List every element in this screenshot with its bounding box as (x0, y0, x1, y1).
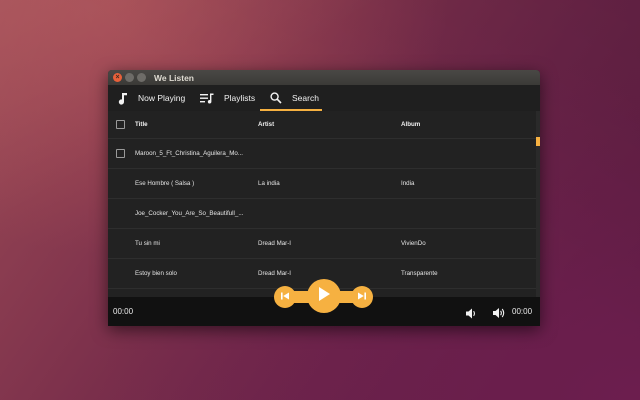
tab-now-playing[interactable]: Now Playing (108, 85, 194, 111)
tab-playlists-label: Playlists (224, 93, 256, 103)
track-album: India (401, 180, 415, 187)
select-all-checkbox[interactable] (116, 120, 125, 129)
skip-previous-icon (280, 288, 290, 306)
total-duration: 00:00 (512, 307, 533, 316)
search-icon (270, 92, 282, 104)
volume-down-icon[interactable] (465, 306, 477, 324)
table-row[interactable]: Joe_Cocker_You_Are_So_Beautifull_... (108, 199, 536, 229)
next-track-button[interactable] (351, 286, 373, 308)
table-scrollbar[interactable] (536, 111, 540, 297)
track-album: Transparente (401, 270, 438, 277)
skip-next-icon (357, 288, 367, 306)
tab-now-playing-label: Now Playing (138, 93, 186, 103)
track-artist: La india (258, 180, 280, 187)
nav-tabs: Now Playing Playlists Search (108, 85, 540, 111)
table-header-row: Title Artist Album (108, 111, 536, 139)
tab-playlists[interactable]: Playlists (194, 85, 260, 111)
elapsed-time: 00:00 (113, 307, 134, 316)
column-header-album[interactable]: Album (401, 121, 521, 128)
playlist-icon (200, 93, 214, 104)
track-table: Title Artist Album Maroon_5_Ft_Christina… (108, 111, 540, 297)
track-title: Joe_Cocker_You_Are_So_Beautifull_... (135, 210, 244, 217)
playback-controls (274, 278, 374, 313)
play-button[interactable] (307, 279, 341, 313)
track-artist: Dread Mar-I (258, 240, 292, 247)
track-title: Estoy bien solo (135, 270, 177, 277)
scrollbar-thumb[interactable] (536, 137, 540, 146)
track-title: Maroon_5_Ft_Christina_Aguilera_Mo... (135, 150, 243, 157)
track-album: VivienDo (401, 240, 426, 247)
track-title: Ese Hombre ( Salsa ) (135, 180, 195, 187)
previous-track-button[interactable] (274, 286, 296, 308)
music-note-icon (118, 92, 128, 105)
column-header-title[interactable]: Title (135, 121, 253, 128)
track-artist: Dread Mar-I (258, 270, 292, 277)
volume-up-icon[interactable] (492, 306, 506, 324)
track-title: Tu sin mi (135, 240, 160, 247)
window-close-button[interactable]: × (113, 73, 122, 82)
table-row[interactable]: Maroon_5_Ft_Christina_Aguilera_Mo... (108, 139, 536, 169)
tab-search[interactable]: Search (260, 85, 322, 111)
play-icon (317, 286, 331, 307)
app-window: × We Listen Now Playing Playlists Search… (108, 70, 540, 326)
window-titlebar[interactable]: × We Listen (108, 70, 540, 85)
window-title: We Listen (154, 72, 194, 83)
table-row[interactable]: Tu sin mi Dread Mar-I VivienDo (108, 229, 536, 259)
row-checkbox[interactable] (116, 149, 125, 158)
window-maximize-button[interactable] (137, 73, 146, 82)
window-minimize-button[interactable] (125, 73, 134, 82)
column-header-artist[interactable]: Artist (258, 121, 388, 128)
tab-search-label: Search (292, 93, 319, 103)
table-row[interactable]: Ese Hombre ( Salsa ) La india India (108, 169, 536, 199)
